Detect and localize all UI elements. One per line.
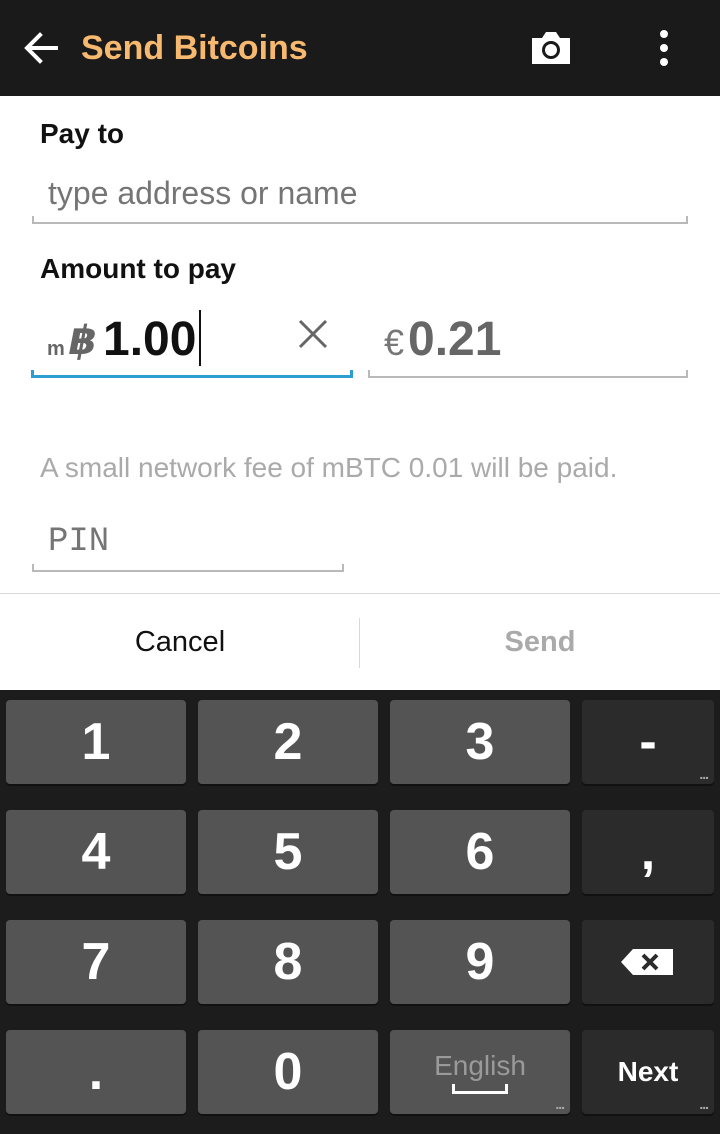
pin-field[interactable] <box>32 516 344 572</box>
overflow-menu-icon[interactable] <box>650 26 678 70</box>
camera-icon[interactable] <box>528 26 574 70</box>
action-bar: Send Bitcoins <box>0 0 720 96</box>
button-bar: Cancel Send <box>0 593 720 690</box>
more-keys-indicator: ... <box>555 1096 565 1112</box>
key-1[interactable]: 1 <box>6 700 186 784</box>
amount-label: Amount to pay <box>40 253 236 284</box>
key-minus[interactable]: - ... <box>582 700 714 784</box>
pin-input[interactable] <box>48 520 328 564</box>
page-title: Send Bitcoins <box>81 29 308 67</box>
backspace-icon <box>621 949 673 975</box>
more-keys-indicator: ... <box>699 766 709 782</box>
network-fee-hint: A small network fee of mBTC 0.01 will be… <box>40 452 618 483</box>
send-button[interactable]: Send <box>360 594 720 691</box>
btc-amount-underline <box>31 370 353 378</box>
clear-icon[interactable] <box>295 316 331 352</box>
key-7[interactable]: 7 <box>6 920 186 1004</box>
key-backspace[interactable] <box>582 920 714 1004</box>
spacebar-icon <box>452 1084 508 1094</box>
fiat-amount-value[interactable]: 0.21 <box>408 312 501 367</box>
address-input[interactable] <box>48 170 668 216</box>
send-form: Pay to Amount to pay m ฿ 1.00 € 0.21 A s… <box>0 96 720 593</box>
key-2[interactable]: 2 <box>198 700 378 784</box>
key-comma[interactable]: , <box>582 810 714 894</box>
text-cursor <box>199 310 201 366</box>
btc-amount-value[interactable]: 1.00 <box>103 312 196 367</box>
fiat-amount-underline <box>368 370 688 378</box>
key-minus-label: - <box>639 713 657 771</box>
pin-underline <box>32 564 344 572</box>
language-label: English <box>434 1050 526 1081</box>
key-6[interactable]: 6 <box>390 810 570 894</box>
key-8[interactable]: 8 <box>198 920 378 1004</box>
address-underline <box>32 216 688 224</box>
key-3[interactable]: 3 <box>390 700 570 784</box>
key-language-space[interactable]: English ... <box>390 1030 570 1114</box>
key-next-label: Next <box>617 1056 679 1087</box>
cancel-button[interactable]: Cancel <box>0 594 360 691</box>
euro-symbol: € <box>384 322 405 363</box>
fiat-amount-field[interactable]: € 0.21 <box>368 302 688 378</box>
btc-amount-field[interactable]: m ฿ 1.00 <box>31 302 353 378</box>
pay-to-label: Pay to <box>40 118 125 149</box>
key-4[interactable]: 4 <box>6 810 186 894</box>
more-keys-indicator: ... <box>699 1096 709 1112</box>
key-0[interactable]: 0 <box>198 1030 378 1114</box>
key-period[interactable]: . <box>6 1030 186 1114</box>
key-next[interactable]: Next ... <box>582 1030 714 1114</box>
bitcoin-symbol-icon: ฿ <box>69 319 97 363</box>
key-5[interactable]: 5 <box>198 810 378 894</box>
numeric-keyboard: 1 2 3 - ... 4 5 6 , 7 8 9 . 0 English ..… <box>0 690 720 1134</box>
arrow-left-icon[interactable] <box>20 28 60 68</box>
address-field[interactable] <box>32 166 688 224</box>
key-9[interactable]: 9 <box>390 920 570 1004</box>
btc-unit-prefix: m <box>47 338 65 360</box>
